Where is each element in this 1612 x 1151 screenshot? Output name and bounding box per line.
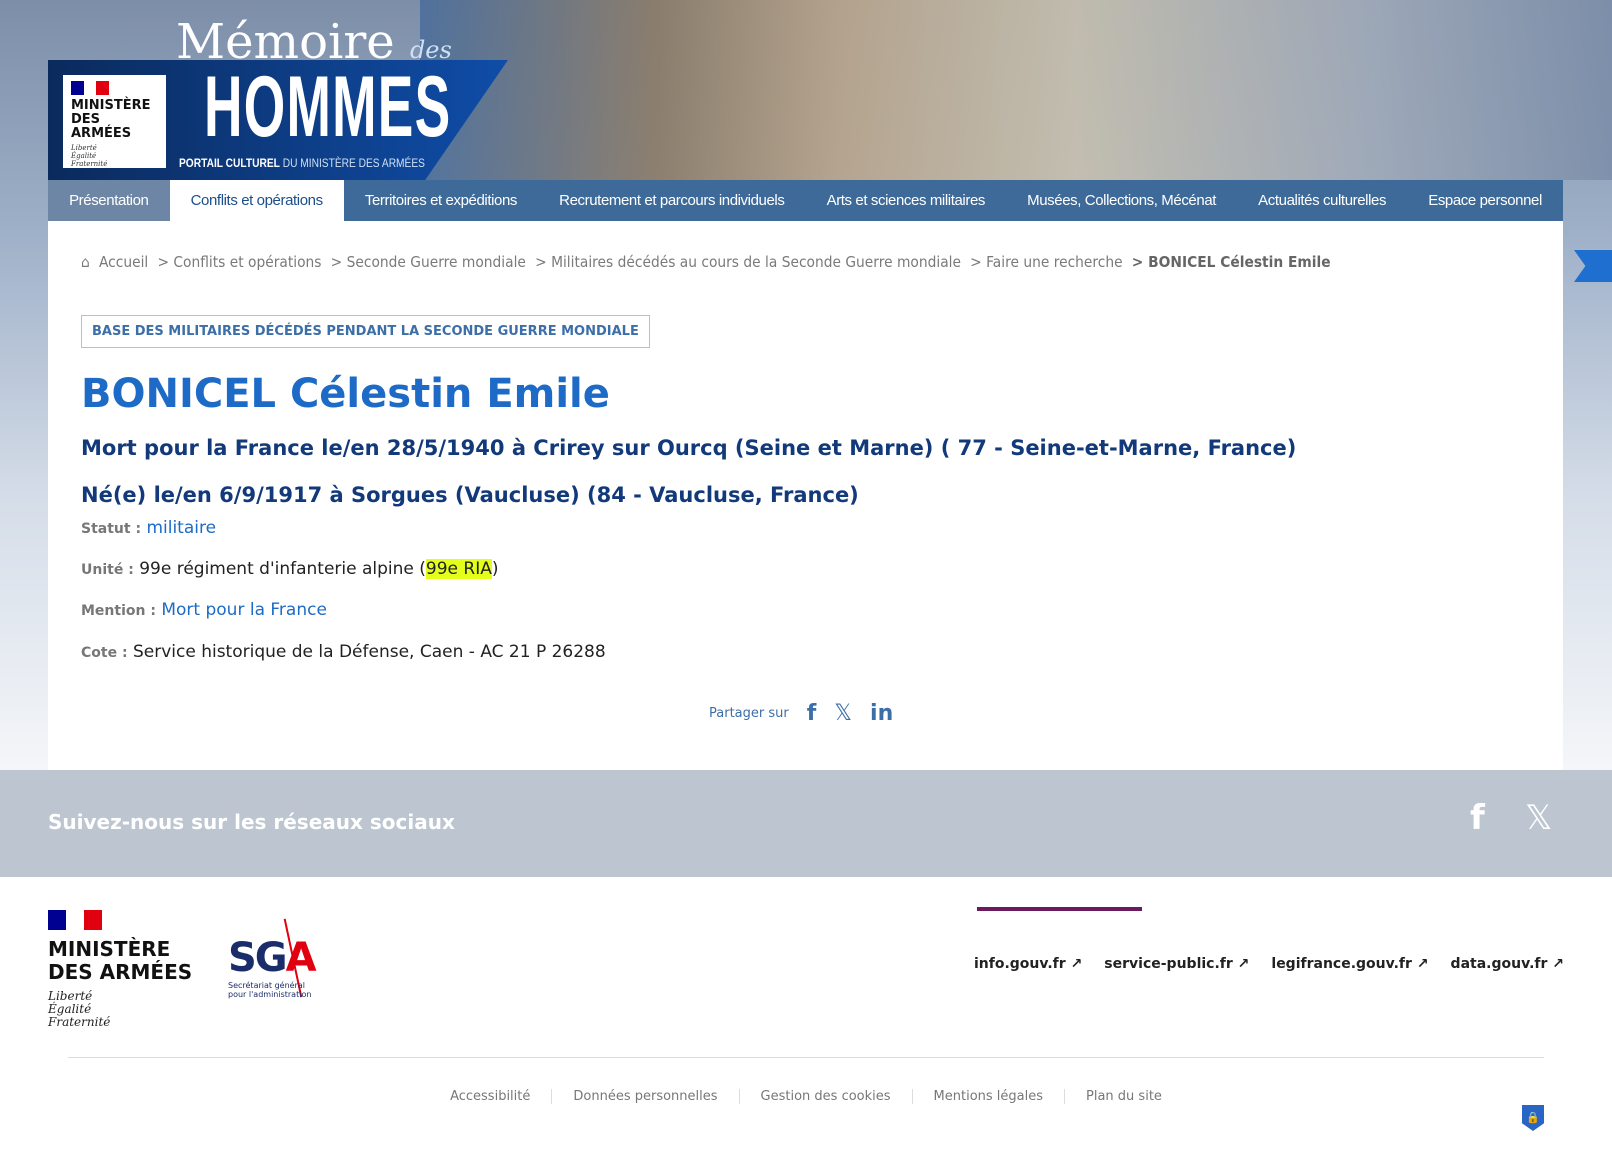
mention-field: Mention : Mort pour la France [81, 600, 327, 620]
main-content: ⌂ Accueil > Conflits et opérations > Sec… [48, 221, 1563, 770]
footer-accent-bar [977, 907, 1142, 911]
motto: Liberté [71, 144, 97, 152]
page-title: BONICEL Célestin Emile [81, 371, 610, 417]
link-label: data.gouv.fr [1450, 956, 1548, 972]
link-data-gouv[interactable]: data.gouv.fr ↗ [1451, 956, 1564, 972]
link-label: info.gouv.fr [973, 956, 1066, 972]
nav-territoires[interactable]: Territoires et expéditions [344, 180, 538, 221]
nav-recrutement[interactable]: Recrutement et parcours individuels [538, 180, 805, 221]
linkedin-icon[interactable]: in [870, 701, 893, 726]
hero-image [420, 0, 1612, 180]
sga-text: SG [228, 935, 288, 981]
nav-label: Actualités culturelles [1258, 192, 1387, 209]
nav-musees[interactable]: Musées, Collections, Mécénat [1006, 180, 1237, 221]
footer-gov-links: info.gouv.fr ↗ service-public.fr ↗ legif… [974, 956, 1564, 972]
nav-actualites[interactable]: Actualités culturelles [1237, 180, 1407, 221]
link-label: legifrance.gouv.fr [1271, 956, 1412, 972]
facebook-icon[interactable]: f [807, 701, 817, 726]
link-info-gouv[interactable]: info.gouv.fr ↗ [974, 956, 1082, 972]
subtitle-bold: PORTAIL CULTUREL [179, 156, 280, 170]
link-legifrance[interactable]: legifrance.gouv.fr ↗ [1271, 956, 1428, 972]
breadcrumb-militaires[interactable]: > Militaires décédés au cours de la Seco… [535, 253, 961, 271]
nav-arts[interactable]: Arts et sciences militaires [806, 180, 1007, 221]
nav-conflits[interactable]: Conflits et opérations [169, 180, 344, 221]
motto: Égalité [71, 152, 97, 160]
site-title-main[interactable]: HOMMES [204, 64, 451, 150]
sga-a: A [285, 935, 317, 981]
facebook-icon[interactable]: f [1470, 798, 1485, 838]
external-link-icon: ↗ [1070, 956, 1083, 972]
social-title: Suivez-nous sur les réseaux sociaux [48, 810, 455, 834]
sga-subtitle: Secrétariat général [228, 981, 305, 990]
nav-espace-personnel[interactable]: Espace personnel [1407, 180, 1563, 221]
external-link-icon: ↗ [1416, 956, 1429, 972]
mention-link[interactable]: Mort pour la France [161, 600, 327, 620]
french-flag-icon [48, 910, 102, 930]
unite-end: ) [491, 559, 499, 579]
link-plan-du-site[interactable]: Plan du site [1064, 1089, 1183, 1104]
field-label: Cote : [81, 645, 128, 661]
field-label: Unité : [81, 562, 134, 578]
breadcrumb-seconde-guerre[interactable]: > Seconde Guerre mondiale [331, 253, 526, 271]
death-info: Mort pour la France le/en 28/5/1940 à Cr… [81, 436, 1297, 460]
nav-label: Musées, Collections, Mécénat [1027, 192, 1217, 209]
statut-field: Statut : militaire [81, 518, 216, 538]
footer-bottom-links: Accessibilité Données personnelles Gesti… [0, 1089, 1612, 1104]
breadcrumb-current: > BONICEL Célestin Emile [1131, 253, 1331, 271]
nav-label: Espace personnel [1428, 192, 1542, 209]
breadcrumb-conflits[interactable]: > Conflits et opérations [157, 253, 321, 271]
cote-field: Cote : Service historique de la Défense,… [81, 642, 606, 662]
external-link-icon: ↗ [1237, 956, 1250, 972]
database-badge: BASE DES MILITAIRES DÉCÉDÉS PENDANT LA S… [81, 315, 650, 348]
share-bar: Partager sur f 𝕏 in [709, 701, 893, 726]
ministry-logo[interactable]: MINISTÈRE DES ARMÉES Liberté Égalité Frate… [63, 75, 166, 168]
sga-logo[interactable]: SGA Secrétariat général pour l'administrat… [228, 935, 317, 999]
nav-label: Recrutement et parcours individuels [559, 192, 785, 209]
link-accessibilite[interactable]: Accessibilité [429, 1089, 551, 1104]
nav-label: Présentation [69, 192, 149, 209]
unite-value: 99e régiment d'infanterie alpine ( [139, 559, 426, 579]
statut-link[interactable]: militaire [146, 518, 216, 538]
french-flag-icon [71, 81, 110, 95]
link-cookies[interactable]: Gestion des cookies [738, 1089, 912, 1104]
ministry-name: MINISTÈRE DES ARMÉES [71, 98, 151, 141]
breadcrumb-recherche[interactable]: > Faire une recherche [970, 253, 1122, 271]
nav-label: Arts et sciences militaires [826, 192, 986, 209]
field-label: Statut : [81, 521, 142, 537]
link-service-public[interactable]: service-public.fr ↗ [1104, 956, 1249, 972]
unite-field: Unité : 99e régiment d'infanterie alpine… [81, 559, 499, 579]
main-nav: Présentation Conflits et opérations Terr… [48, 180, 1563, 221]
home-icon[interactable]: ⌂ [81, 253, 90, 271]
share-label: Partager sur [709, 706, 789, 721]
social-section: Suivez-nous sur les réseaux sociaux f 𝕏 [0, 770, 1612, 877]
link-mentions-legales[interactable]: Mentions légales [911, 1089, 1064, 1104]
birth-info: Né(e) le/en 6/9/1917 à Sorgues (Vaucluse… [81, 483, 859, 507]
breadcrumb-accueil[interactable]: Accueil [99, 253, 148, 271]
motto: Fraternité [71, 160, 108, 168]
ministry-name: DES ARMÉES [48, 960, 193, 984]
x-icon[interactable]: 𝕏 [834, 701, 852, 726]
nav-presentation[interactable]: Présentation [48, 180, 170, 221]
external-link-icon: ↗ [1552, 956, 1564, 972]
sga-subtitle: pour l'administration [228, 990, 312, 999]
footer-ministry-logo[interactable]: MINISTÈRE DES ARMÉES Liberté Égalité Frater… [48, 910, 192, 1029]
nav-label: Territoires et expéditions [364, 192, 518, 209]
breadcrumb: ⌂ Accueil > Conflits et opérations > Sec… [81, 253, 1331, 271]
site-subtitle: PORTAIL CULTUREL DU MINISTÈRE DES ARMÉES [179, 156, 425, 170]
nav-label: Conflits et opérations [190, 192, 324, 209]
cote-value: Service historique de la Défense, Caen -… [132, 642, 606, 662]
privacy-lock-icon[interactable]: 🔒 [1522, 1105, 1544, 1131]
x-icon[interactable]: 𝕏 [1525, 798, 1552, 838]
footer-divider [68, 1057, 1544, 1058]
field-label: Mention : [81, 603, 156, 619]
subtitle-rest: DU MINISTÈRE DES ARMÉES [279, 156, 425, 170]
motto: Fraternité [48, 1015, 111, 1029]
link-donnees-personnelles[interactable]: Données personnelles [551, 1089, 738, 1104]
ministry-name: MINISTÈRE [48, 937, 171, 961]
unite-abbr: 99e RIA [425, 559, 492, 579]
link-label: service-public.fr [1104, 956, 1233, 972]
